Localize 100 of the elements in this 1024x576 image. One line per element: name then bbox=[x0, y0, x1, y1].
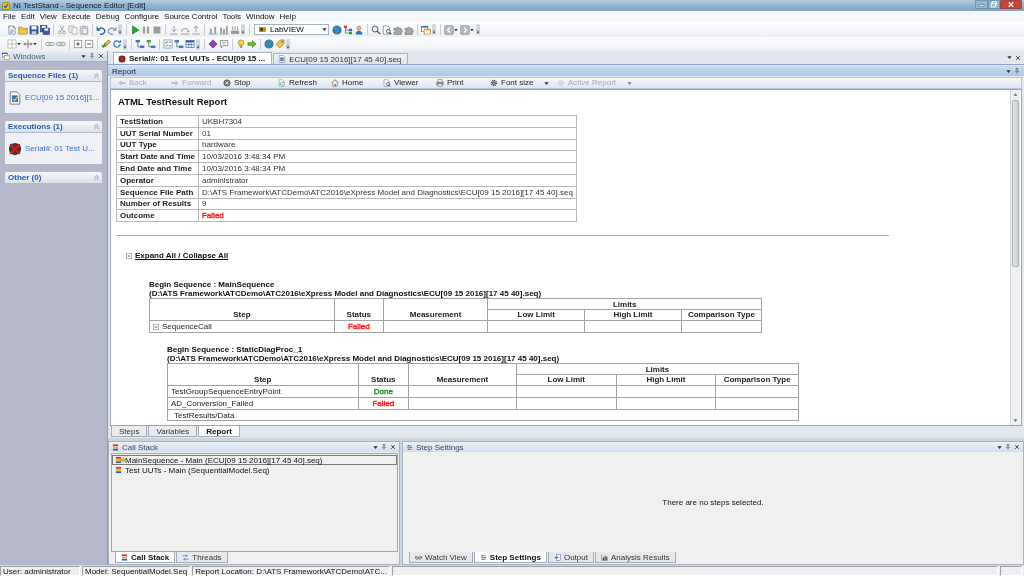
refresh-button[interactable]: Refresh bbox=[277, 78, 318, 88]
dropdown-arrow-icon[interactable] bbox=[997, 444, 1002, 450]
search-icon[interactable] bbox=[370, 24, 381, 35]
diamond-icon[interactable] bbox=[207, 39, 218, 49]
document-icon[interactable] bbox=[6, 24, 17, 35]
puzzle-piece-icon[interactable] bbox=[392, 24, 403, 35]
dropdown-arrow-icon[interactable] bbox=[373, 444, 378, 450]
chain-icon[interactable] bbox=[55, 39, 66, 49]
window-link[interactable]: ECU[09 15 2016][1... bbox=[25, 93, 100, 102]
document-tab[interactable]: ECU[09 15 2016][17 45 40].seq bbox=[273, 53, 409, 64]
chain-icon[interactable] bbox=[44, 39, 55, 49]
scroll-down-arrow-icon[interactable] bbox=[1013, 418, 1018, 423]
view-tab[interactable]: Variables bbox=[148, 426, 198, 437]
pane-tab[interactable]: Call Stack bbox=[115, 552, 176, 563]
close-icon[interactable] bbox=[1014, 444, 1020, 450]
menu-item[interactable]: Window bbox=[246, 11, 275, 22]
dropdown-arrow-icon[interactable] bbox=[1006, 68, 1011, 74]
scrollbar-thumb[interactable] bbox=[1012, 100, 1019, 267]
globe-icon[interactable] bbox=[331, 24, 342, 35]
user-icon[interactable] bbox=[353, 24, 364, 35]
pane-tab[interactable]: Threads bbox=[176, 552, 228, 563]
play-icon[interactable] bbox=[129, 24, 140, 35]
document-search-icon[interactable] bbox=[381, 24, 392, 35]
tag-icon[interactable] bbox=[274, 39, 285, 49]
vertical-scrollbar[interactable] bbox=[1010, 90, 1020, 425]
call-stack-item[interactable]: Test UUTs - Main (SequentialModel.Seq) bbox=[112, 465, 397, 475]
arrow-icon[interactable] bbox=[246, 39, 257, 49]
group-header[interactable]: Other (0) bbox=[5, 172, 102, 183]
menu-item[interactable]: Execute bbox=[61, 11, 91, 22]
overflow-icon[interactable] bbox=[123, 38, 127, 50]
pencil-icon[interactable] bbox=[100, 39, 111, 49]
pin-icon[interactable] bbox=[89, 53, 95, 59]
close-icon[interactable] bbox=[98, 53, 104, 59]
speech-bubble-icon[interactable] bbox=[218, 39, 229, 49]
menu-item[interactable]: Configure bbox=[124, 11, 160, 22]
overflow-icon[interactable] bbox=[432, 24, 436, 35]
group-header[interactable]: Executions (1) bbox=[5, 121, 102, 132]
restore-icon[interactable] bbox=[988, 0, 1000, 9]
document-tab[interactable]: Serial#: 01 Test UUTs - ECU[09 15 ... bbox=[113, 52, 273, 64]
dropdown-arrow-icon[interactable] bbox=[81, 53, 86, 59]
pin-icon[interactable] bbox=[1014, 68, 1020, 74]
overflow-icon[interactable] bbox=[476, 24, 480, 35]
pin-icon[interactable] bbox=[381, 444, 387, 450]
view-tab[interactable]: Report bbox=[198, 426, 240, 437]
group-header[interactable]: Sequence Files (1) bbox=[5, 70, 102, 81]
scissors-icon[interactable] bbox=[56, 24, 67, 35]
dropdown-arrow-icon[interactable] bbox=[454, 27, 458, 32]
double-chevron-icon[interactable] bbox=[93, 72, 100, 79]
close-icon[interactable] bbox=[1000, 0, 1022, 9]
minus-box-icon[interactable] bbox=[126, 253, 132, 260]
close-icon[interactable] bbox=[1015, 54, 1021, 61]
refresh-icon[interactable] bbox=[111, 39, 122, 49]
overflow-icon[interactable] bbox=[118, 24, 122, 35]
pause-icon[interactable] bbox=[140, 24, 151, 35]
double-chevron-icon[interactable] bbox=[93, 123, 100, 130]
stop-button[interactable]: Stop bbox=[222, 78, 252, 88]
flowchart-icon[interactable] bbox=[134, 39, 145, 49]
view-tab[interactable]: Steps bbox=[111, 426, 148, 437]
bars-icon[interactable] bbox=[229, 24, 240, 35]
pin-icon[interactable] bbox=[1005, 444, 1011, 450]
menu-item[interactable]: Tools bbox=[222, 11, 242, 22]
lightbulb-icon[interactable] bbox=[235, 39, 246, 49]
overflow-icon[interactable] bbox=[286, 38, 290, 50]
globe-icon[interactable] bbox=[263, 39, 274, 49]
windows-icon[interactable] bbox=[420, 24, 431, 35]
overflow-icon[interactable] bbox=[241, 24, 245, 35]
dropdown-arrow-icon[interactable] bbox=[470, 27, 474, 32]
pane-tab[interactable]: Step Settings bbox=[473, 552, 547, 563]
menu-item[interactable]: File bbox=[3, 11, 16, 22]
minimize-icon[interactable] bbox=[975, 0, 988, 9]
pane-tab[interactable]: Output bbox=[547, 552, 594, 563]
font-size-button[interactable]: Font size bbox=[489, 78, 551, 88]
table-icon[interactable] bbox=[184, 39, 195, 49]
stop-icon[interactable] bbox=[151, 24, 162, 35]
home-button[interactable]: Home bbox=[330, 78, 365, 88]
pane-tab[interactable]: Watch View bbox=[409, 552, 473, 563]
dropdown-arrow-icon[interactable] bbox=[33, 42, 37, 46]
flowchart-icon[interactable] bbox=[145, 39, 156, 49]
double-chevron-icon[interactable] bbox=[93, 174, 100, 181]
pane-tab[interactable]: Analysis Results bbox=[594, 552, 676, 563]
menu-item[interactable]: Edit bbox=[20, 11, 35, 22]
minus-box-icon[interactable] bbox=[83, 39, 94, 49]
overflow-icon[interactable] bbox=[196, 38, 200, 50]
menu-item[interactable]: Source Control bbox=[164, 11, 218, 22]
adapter-dropdown[interactable]: LabVIEW bbox=[254, 24, 329, 35]
dropdown-arrow-icon[interactable] bbox=[1007, 54, 1012, 60]
floppy-disks-icon[interactable] bbox=[39, 24, 50, 35]
undo-icon[interactable] bbox=[95, 24, 106, 35]
menu-item[interactable]: View bbox=[39, 11, 57, 22]
call-stack-item[interactable]: MainSequence - Main (ECU[09 15 2016][17 45 40].seq) bbox=[112, 455, 397, 465]
checklist-icon[interactable] bbox=[162, 39, 173, 49]
puzzle-piece-icon[interactable] bbox=[403, 24, 414, 35]
menu-item[interactable]: Debug bbox=[95, 11, 120, 22]
plus-box-icon[interactable] bbox=[72, 39, 83, 49]
dropdown-arrow-icon[interactable] bbox=[17, 42, 21, 46]
close-icon[interactable] bbox=[390, 444, 396, 450]
print-button[interactable]: Print bbox=[435, 78, 465, 88]
flowchart-icon[interactable] bbox=[173, 39, 184, 49]
menu-item[interactable]: Help bbox=[279, 11, 296, 22]
redo-icon[interactable] bbox=[106, 24, 117, 35]
